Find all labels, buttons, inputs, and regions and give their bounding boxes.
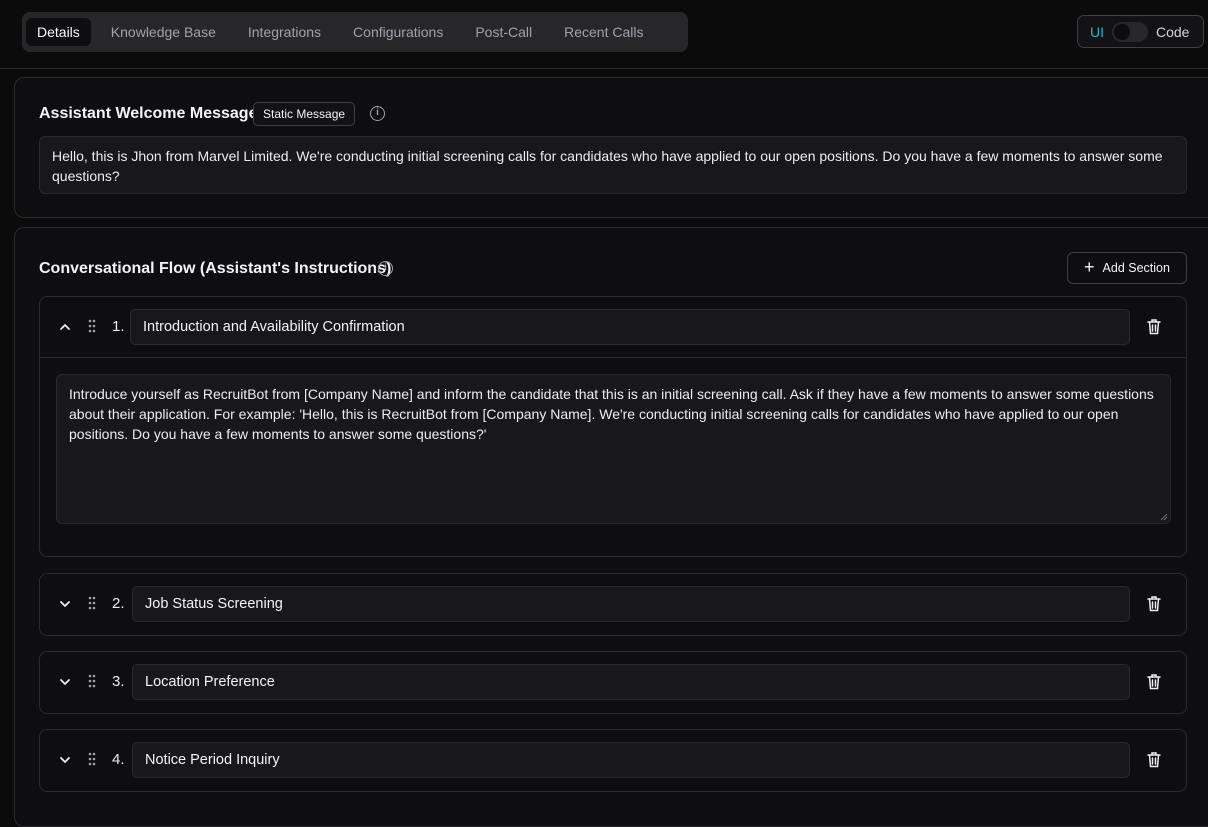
plus-icon: + <box>1084 257 1095 277</box>
tab-post-call[interactable]: Post-Call <box>464 18 543 46</box>
section-header: 2. Job Status Screening <box>40 574 1186 635</box>
drag-handle-icon[interactable] <box>88 596 96 610</box>
section-title-input[interactable]: Job Status Screening <box>132 586 1130 622</box>
section-number: 4. <box>112 751 125 768</box>
top-bar: Details Knowledge Base Integrations Conf… <box>0 0 1208 69</box>
flow-section: 3. Location Preference <box>39 651 1187 714</box>
section-title-input[interactable]: Introduction and Availability Confirmati… <box>130 309 1130 345</box>
flow-title: Conversational Flow (Assistant's Instruc… <box>39 260 392 277</box>
section-instructions-textarea[interactable]: Introduce yourself as RecruitBot from [C… <box>56 374 1171 524</box>
resize-handle-icon[interactable] <box>1160 513 1168 521</box>
drag-handle-icon[interactable] <box>88 319 96 333</box>
section-header: 1. Introduction and Availability Confirm… <box>40 297 1186 358</box>
chevron-down-icon[interactable] <box>58 753 72 767</box>
trash-icon[interactable] <box>1146 673 1162 690</box>
section-instructions-text: Introduce yourself as RecruitBot from [C… <box>69 386 1154 442</box>
tab-bar: Details Knowledge Base Integrations Conf… <box>22 12 688 52</box>
welcome-message-field[interactable]: Hello, this is Jhon from Marvel Limited.… <box>39 136 1187 194</box>
view-switch[interactable] <box>1112 21 1148 42</box>
ui-label[interactable]: UI <box>1090 24 1104 40</box>
flow-card: Conversational Flow (Assistant's Instruc… <box>14 227 1208 827</box>
add-section-label: Add Section <box>1102 261 1170 275</box>
section-number: 2. <box>112 595 125 612</box>
welcome-card: Assistant Welcome Message Static Message… <box>14 77 1208 218</box>
welcome-title: Assistant Welcome Message <box>39 105 258 122</box>
chevron-down-icon[interactable] <box>58 675 72 689</box>
info-icon[interactable]: i <box>378 261 393 276</box>
chevron-down-icon[interactable] <box>58 597 72 611</box>
view-toggle: UI Code <box>1077 15 1204 48</box>
section-number: 3. <box>112 673 125 690</box>
info-icon[interactable]: i <box>370 106 385 121</box>
trash-icon[interactable] <box>1146 751 1162 768</box>
tab-recent-calls[interactable]: Recent Calls <box>553 18 654 46</box>
static-message-badge[interactable]: Static Message <box>253 102 356 126</box>
section-title-input[interactable]: Location Preference <box>132 664 1130 700</box>
section-number: 1. <box>112 318 125 335</box>
flow-section: 1. Introduction and Availability Confirm… <box>39 296 1187 557</box>
code-label[interactable]: Code <box>1156 24 1189 40</box>
trash-icon[interactable] <box>1146 595 1162 612</box>
section-header: 3. Location Preference <box>40 652 1186 713</box>
section-title-input[interactable]: Notice Period Inquiry <box>132 742 1130 778</box>
tab-details[interactable]: Details <box>26 18 91 46</box>
tab-knowledge-base[interactable]: Knowledge Base <box>100 18 227 46</box>
chevron-up-icon[interactable] <box>58 320 72 334</box>
drag-handle-icon[interactable] <box>88 674 96 688</box>
switch-knob <box>1114 23 1130 40</box>
drag-handle-icon[interactable] <box>88 752 96 766</box>
add-section-button[interactable]: + Add Section <box>1067 252 1187 284</box>
section-header: 4. Notice Period Inquiry <box>40 730 1186 791</box>
tab-integrations[interactable]: Integrations <box>237 18 332 46</box>
flow-section: 2. Job Status Screening <box>39 573 1187 636</box>
flow-section: 4. Notice Period Inquiry <box>39 729 1187 792</box>
tab-configurations[interactable]: Configurations <box>342 18 454 46</box>
trash-icon[interactable] <box>1146 318 1162 335</box>
